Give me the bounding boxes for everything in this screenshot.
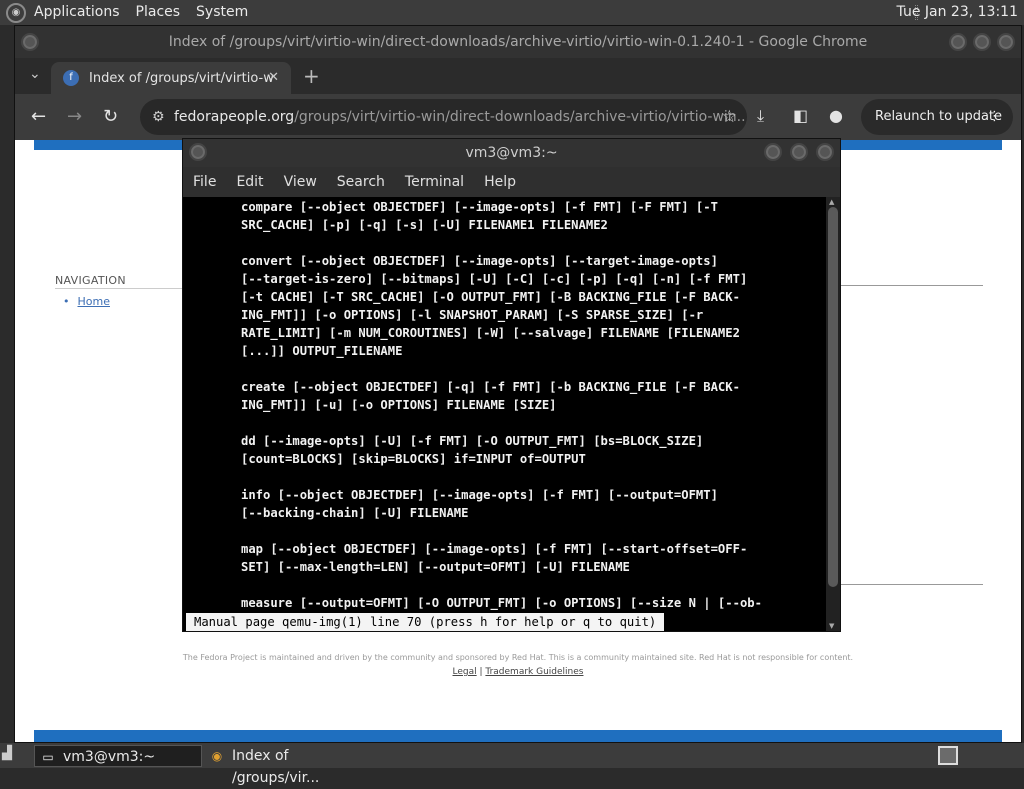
more-menu-icon[interactable]: ⋮ <box>988 99 1001 135</box>
workspace-switcher[interactable] <box>938 746 958 765</box>
tab-strip: ⌄ f Index of /groups/virt/virtio-w ✕ + <box>15 58 1021 94</box>
taskbar-terminal-label: vm3@vm3:~ <box>63 749 156 765</box>
scroll-up-icon[interactable]: ▲ <box>829 198 834 206</box>
terminal-line: compare [--object OBJECTDEF] [--image-op… <box>241 200 718 214</box>
chrome-titlebar[interactable]: Index of /groups/virt/virtio-win/direct-… <box>15 26 1021 58</box>
nav-heading: NAVIGATION <box>55 274 126 287</box>
terminal-window: vm3@vm3:~ File Edit View Search Terminal… <box>182 138 841 632</box>
profile-icon[interactable]: ● <box>829 106 843 125</box>
trademark-link[interactable]: Trademark Guidelines <box>485 667 583 677</box>
scrollbar-thumb[interactable] <box>828 207 838 587</box>
menu-file[interactable]: File <box>193 174 216 190</box>
page-footer-bar <box>34 730 1002 742</box>
new-tab-plus-icon[interactable]: + <box>303 64 320 88</box>
terminal-scrollbar[interactable]: ▲ ▼ <box>826 197 840 631</box>
url-path: /groups/virt/virtio-win/direct-downloads… <box>294 109 747 125</box>
chrome-icon: ◉ <box>211 749 223 763</box>
site-info-icon[interactable]: ⚙ <box>152 99 165 135</box>
content-divider-top <box>841 285 983 286</box>
terminal-title: vm3@vm3:~ <box>465 145 558 161</box>
legal-link[interactable]: Legal <box>453 667 477 677</box>
window-menu-icon[interactable] <box>21 33 39 51</box>
fedora-favicon-icon: f <box>63 70 79 86</box>
terminal-line: [-t CACHE] [-T SRC_CACHE] [-O OUTPUT_FMT… <box>241 290 740 304</box>
nav-home-item[interactable]: • Home <box>63 295 110 308</box>
nav-home-link[interactable]: Home <box>78 295 110 308</box>
terminal-maximize-icon[interactable] <box>790 143 808 161</box>
terminal-icon: ▭ <box>42 750 54 764</box>
tab-title: Index of /groups/virt/virtio-w <box>89 70 274 86</box>
terminal-line: ING_FMT]] [-o OPTIONS] [-l SNAPSHOT_PARA… <box>241 308 704 322</box>
top-panel: ◉ Applications Places System Tue Jan 23,… <box>0 0 1024 25</box>
footer-links: Legal | Trademark Guidelines <box>452 667 584 677</box>
terminal-close-icon[interactable] <box>816 143 834 161</box>
bullet-icon: • <box>63 295 70 308</box>
terminal-line: RATE_LIMIT] [-m NUM_COROUTINES] [-W] [--… <box>241 326 740 340</box>
side-panel-icon[interactable]: ◧ <box>793 106 808 125</box>
terminal-line: map [--object OBJECTDEF] [--image-opts] … <box>241 542 748 556</box>
relaunch-button[interactable]: Relaunch to update ⋮ <box>861 99 1013 135</box>
url-host: fedorapeople.org <box>174 109 295 125</box>
bottom-taskbar: ▟ ▭ vm3@vm3:~ ◉ Index of /groups/vir... <box>0 743 1024 786</box>
terminal-window-menu-icon[interactable] <box>189 143 207 161</box>
relaunch-label: Relaunch to update <box>875 109 1003 124</box>
menu-view[interactable]: View <box>284 174 317 190</box>
bookmark-star-icon[interactable]: ☆ <box>722 99 737 135</box>
terminal-line: SRC_CACHE] [-p] [-q] [-s] [-U] FILENAME1… <box>241 218 608 232</box>
terminal-screen[interactable]: compare [--object OBJECTDEF] [--image-op… <box>183 197 826 631</box>
chrome-window-title: Index of /groups/virt/virtio-win/direct-… <box>168 34 868 50</box>
menu-edit[interactable]: Edit <box>236 174 263 190</box>
tab-active[interactable]: f Index of /groups/virt/virtio-w ✕ <box>51 62 291 94</box>
download-icon[interactable]: ⤓ <box>757 106 764 126</box>
terminal-line: [--target-is-zero] [--bitmaps] [-U] [-C]… <box>241 272 748 286</box>
applications-menu[interactable]: Applications <box>26 0 128 25</box>
taskbar-item-chrome[interactable]: ◉ Index of /groups/vir... <box>204 745 380 786</box>
forward-arrow-icon[interactable]: → <box>67 106 82 127</box>
maximize-icon[interactable] <box>973 33 991 51</box>
terminal-line: measure [--output=OFMT] [-O OUTPUT_FMT] … <box>241 596 762 610</box>
terminal-line: [--backing-chain] [-U] FILENAME <box>241 506 469 520</box>
terminal-line: convert [--object OBJECTDEF] [--image-op… <box>241 254 718 268</box>
reload-icon[interactable]: ↻ <box>103 106 118 127</box>
terminal-line: [count=BLOCKS] [skip=BLOCKS] if=INPUT of… <box>241 452 586 466</box>
menu-terminal[interactable]: Terminal <box>405 174 464 190</box>
scroll-down-icon[interactable]: ▼ <box>829 622 834 630</box>
show-desktop-icon[interactable]: ▟ <box>2 746 24 764</box>
terminal-menubar: File Edit View Search Terminal Help <box>183 167 840 197</box>
menu-search[interactable]: Search <box>337 174 385 190</box>
content-divider-bottom <box>841 584 983 585</box>
menu-help[interactable]: Help <box>484 174 516 190</box>
taskbar-item-terminal[interactable]: ▭ vm3@vm3:~ <box>34 745 202 767</box>
footer-text: The Fedora Project is maintained and dri… <box>182 653 854 662</box>
system-menu[interactable]: System <box>188 0 256 25</box>
minimize-icon[interactable] <box>949 33 967 51</box>
places-menu[interactable]: Places <box>128 0 189 25</box>
address-bar[interactable]: ⚙ fedorapeople.org/groups/virt/virtio-wi… <box>140 99 747 135</box>
chrome-toolbar: ← → ↻ ⚙ fedorapeople.org/groups/virt/vir… <box>15 94 1021 140</box>
terminal-line: dd [--image-opts] [-U] [-f FMT] [-O OUTP… <box>241 434 704 448</box>
tab-search-chevron-icon[interactable]: ⌄ <box>29 66 41 82</box>
terminal-minimize-icon[interactable] <box>764 143 782 161</box>
back-arrow-icon[interactable]: ← <box>31 106 46 127</box>
terminal-line: info [--object OBJECTDEF] [--image-opts]… <box>241 488 718 502</box>
close-icon[interactable] <box>997 33 1015 51</box>
nav-divider <box>55 288 185 289</box>
taskbar-chrome-label: Index of /groups/vir... <box>232 748 320 786</box>
terminal-titlebar[interactable]: vm3@vm3:~ <box>183 139 840 167</box>
terminal-line: [...]] OUTPUT_FILENAME <box>241 344 403 358</box>
terminal-line: create [--object OBJECTDEF] [-q] [-f FMT… <box>241 380 740 394</box>
pager-status-line: Manual page qemu-img(1) line 70 (press h… <box>186 613 665 631</box>
gnome-foot-icon[interactable]: ◉ <box>6 2 26 23</box>
terminal-line: SET] [--max-length=LEN] [--output=OFMT] … <box>241 560 630 574</box>
terminal-line: ING_FMT]] [-u] [-o OPTIONS] FILENAME [SI… <box>241 398 557 412</box>
tab-close-icon[interactable]: ✕ <box>268 70 279 85</box>
clock[interactable]: Tue Jan 23, 13:11 <box>897 0 1018 25</box>
